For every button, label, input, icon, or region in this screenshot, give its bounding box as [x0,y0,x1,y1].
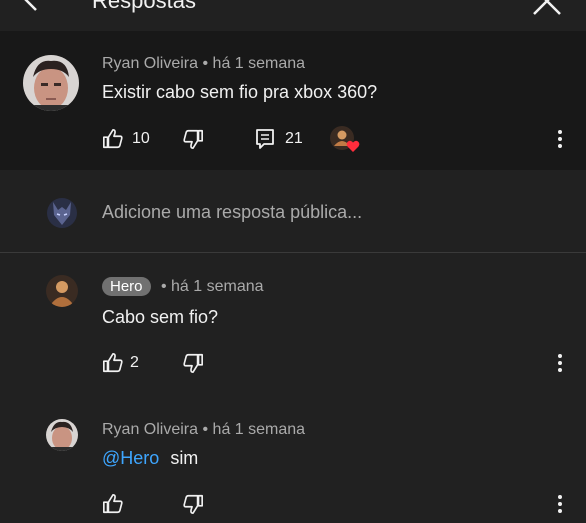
comment-meta: Ryan Oliveira • há 1 semana [102,421,305,439]
creator-heart [330,126,360,154]
thumbs-up-icon [103,353,123,373]
more-options-icon[interactable] [557,494,563,514]
more-options-icon[interactable] [557,353,563,373]
comment-icon [256,129,274,149]
comment-text: Cabo sem fio? [102,307,219,327]
author-name[interactable]: Ryan Oliveira [102,55,198,72]
my-avatar [47,198,77,228]
author-name[interactable]: Ryan Oliveira [102,421,198,438]
mention-link[interactable]: @Hero [102,448,159,468]
reply-input[interactable]: Adicione uma resposta pública... [0,170,586,253]
comment-text: @Hero sim [102,448,198,469]
dislike-button[interactable] [182,493,204,515]
reply-comment: Hero • há 1 semana Cabo sem fio? 2 [0,253,586,393]
meta-separator: • [202,421,209,438]
thumbs-up-icon [103,494,123,514]
like-button[interactable]: 10 [102,128,150,150]
dislike-button[interactable] [182,352,204,374]
page-title: Respostas [92,0,196,13]
like-count: 10 [132,130,150,147]
reply-comment: Ryan Oliveira • há 1 semana @Hero sim [0,395,586,523]
reply-placeholder: Adicione uma resposta pública... [102,202,363,222]
replies-button[interactable]: 21 [255,128,303,150]
comment-meta: Ryan Oliveira • há 1 semana [102,55,305,73]
heart-icon [346,140,360,152]
comment-text: Existir cabo sem fio pra xbox 360? [102,82,378,102]
thumbs-down-icon [183,494,203,514]
avatar[interactable] [23,55,79,111]
comment-time: há 1 semana [212,421,306,438]
avatar[interactable] [46,275,78,307]
comment-time: há 1 semana [212,55,306,72]
close-icon[interactable] [530,0,564,18]
comment-time: há 1 semana [171,278,264,295]
more-options-icon[interactable] [557,129,563,149]
thumbs-down-icon [183,353,203,373]
thumbs-up-icon [103,129,123,149]
dislike-button[interactable] [182,128,204,150]
like-count: 2 [130,354,139,371]
reply-count: 21 [285,130,303,147]
thumbs-down-icon [183,129,203,149]
avatar[interactable] [46,419,78,451]
creator-badge[interactable]: Hero [102,277,151,296]
meta-separator: • [160,278,167,295]
comment-body: sim [170,448,199,468]
meta-separator: • [202,55,209,72]
back-arrow-icon[interactable] [18,0,48,16]
top-bar: Respostas [0,0,586,31]
like-button[interactable]: 2 [102,352,139,374]
parent-comment: Ryan Oliveira • há 1 semana Existir cabo… [0,31,586,170]
comment-meta: Hero • há 1 semana [102,277,264,296]
like-button[interactable] [102,493,124,515]
